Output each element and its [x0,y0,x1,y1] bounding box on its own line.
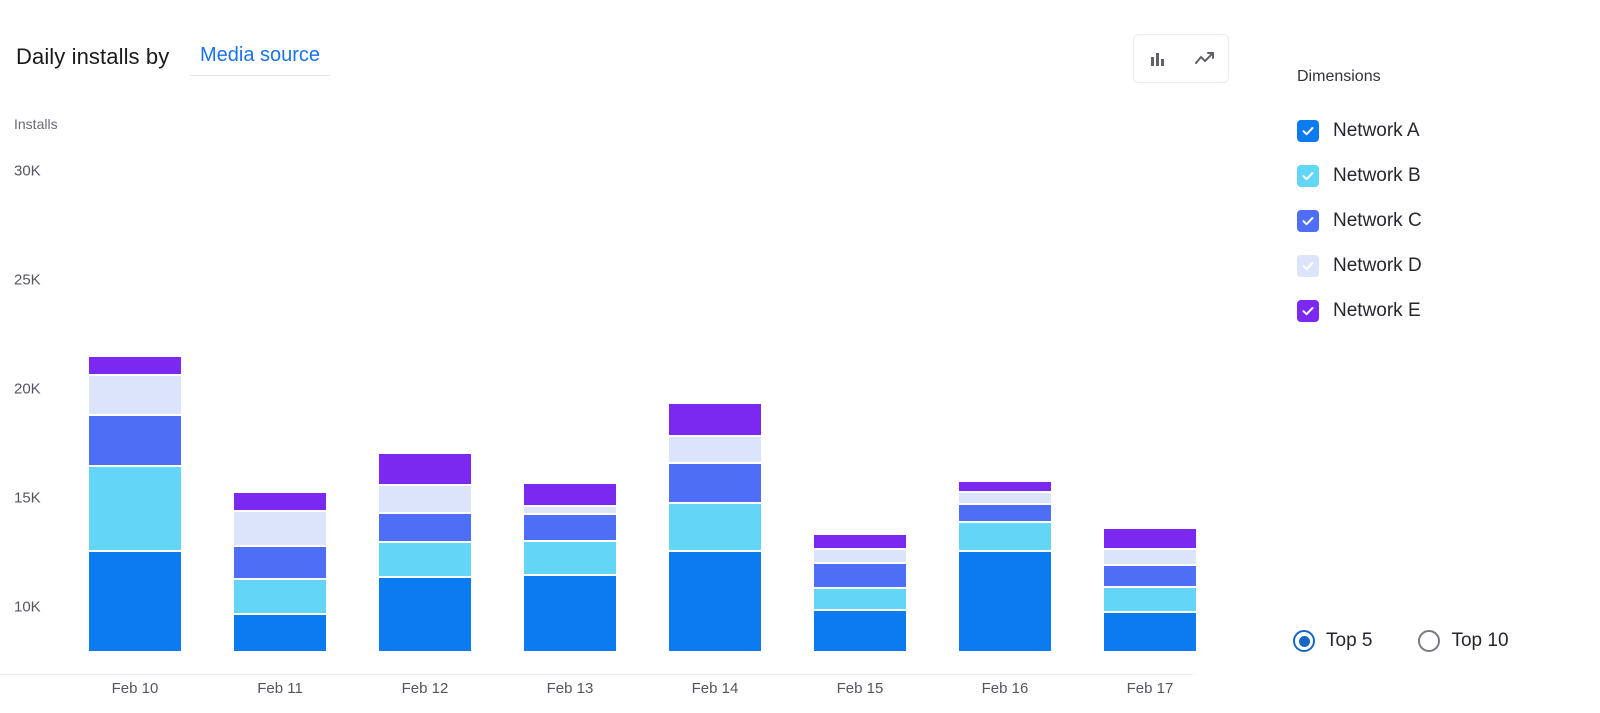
chart-header: Daily installs by Media source [0,0,1265,96]
bar-segment[interactable] [234,546,326,579]
bar-segment[interactable] [234,580,326,613]
page-title: Daily installs by [16,44,170,69]
bar-segment[interactable] [234,512,326,545]
bar-segment[interactable] [524,542,616,574]
bar-segment[interactable] [959,551,1051,651]
legend-item-label: Network D [1333,255,1422,276]
dimensions-heading: Dimensions [1297,68,1381,85]
bar-segment[interactable] [814,535,906,549]
radio-selected-icon[interactable] [1293,630,1315,652]
legend-item-network-e[interactable]: Network E [1297,298,1421,324]
y-axis-title: Installs [14,116,58,132]
checkbox-checked-icon[interactable] [1297,165,1319,187]
bar-segment[interactable] [959,505,1051,521]
stacked-bar[interactable] [669,404,761,651]
dimension-selector[interactable]: Media source [190,38,331,76]
bar-segment[interactable] [959,481,1051,492]
radio-top-10[interactable]: Top 10 [1418,630,1509,652]
x-axis-tick-label: Feb 15 [836,680,884,697]
checkbox-checked-icon[interactable] [1297,255,1319,277]
bar-segment[interactable] [379,577,471,651]
bar-segment[interactable] [669,551,761,651]
bar-segment[interactable] [959,522,1051,550]
bar-segment[interactable] [669,436,761,462]
stacked-bar[interactable] [814,535,906,651]
bar-segment[interactable] [524,506,616,514]
legend-item-label: Network E [1333,300,1421,321]
stacked-bar[interactable] [379,454,471,651]
stacked-bar[interactable] [234,492,326,651]
bar-segment[interactable] [89,415,181,465]
y-axis-tick-label: 25K [14,271,41,289]
x-axis-tick-label: Feb 12 [401,680,449,697]
bar-segment[interactable] [669,463,761,502]
x-axis-tick-label: Feb 14 [691,680,739,697]
bar-segment[interactable] [959,493,1051,504]
bar-segment[interactable] [379,513,471,542]
radio-top-5[interactable]: Top 5 [1293,630,1372,652]
stacked-bar[interactable] [1104,528,1196,651]
legend-item-label: Network A [1333,120,1420,141]
x-axis-line [0,674,1194,675]
bar-segment[interactable] [669,503,761,550]
x-axis-tick-label: Feb 10 [111,680,159,697]
stacked-bar[interactable] [89,357,181,651]
dimensions-panel: Dimensions Network A Network B Network C Ne… [1265,0,1600,713]
bar-segment[interactable] [89,357,181,374]
bar-segment[interactable] [379,543,471,576]
bar-segment[interactable] [1104,566,1196,586]
chart-plot-area: Installs 30K 25K 20K 15K 10K Feb 10 Feb 11 Feb… [0,96,1265,713]
legend-item-network-c[interactable]: Network C [1297,208,1422,234]
radio-dot [1298,635,1310,647]
bar-chart-icon[interactable] [1136,37,1180,81]
radio-label: Top 10 [1451,630,1509,651]
bar-segment[interactable] [814,610,906,651]
legend-item-label: Network B [1333,165,1421,186]
line-chart-icon[interactable] [1183,37,1227,81]
bar-segment[interactable] [234,614,326,651]
bar-segment[interactable] [814,564,906,587]
bar-segment[interactable] [669,404,761,435]
y-axis-tick-label: 10K [14,598,41,616]
legend-item-network-a[interactable]: Network A [1297,118,1420,144]
bar-segment[interactable] [814,550,906,563]
bar-segment[interactable] [524,575,616,651]
stacked-bar[interactable] [524,483,616,651]
y-axis-tick-label: 20K [14,380,41,398]
x-axis-tick-label: Feb 13 [546,680,594,697]
bar-segment[interactable] [89,375,181,414]
chart-widget: Daily installs by Media source Installs … [0,0,1600,713]
bar-segment[interactable] [234,492,326,510]
y-axis-tick-label: 15K [14,489,41,507]
legend-item-label: Network C [1333,210,1422,231]
x-axis-tick-label: Feb 11 [257,680,303,697]
bar-segment[interactable] [379,485,471,512]
bar-segment[interactable] [1104,587,1196,611]
bar-segment[interactable] [524,483,616,505]
top-n-radio-group[interactable]: Top 5 Top 10 [1293,630,1509,652]
bar-segment[interactable] [89,466,181,550]
radio-dot [1424,636,1435,647]
checkbox-checked-icon[interactable] [1297,300,1319,322]
radio-label: Top 5 [1326,630,1373,651]
bar-segment[interactable] [89,551,181,651]
bars-area [64,96,1196,651]
bar-segment[interactable] [1104,528,1196,549]
bar-segment[interactable] [524,515,616,541]
legend-item-network-b[interactable]: Network B [1297,163,1421,189]
stacked-bar[interactable] [959,481,1051,651]
x-axis-tick-label: Feb 17 [1126,680,1174,697]
checkbox-checked-icon[interactable] [1297,120,1319,142]
bar-segment[interactable] [1104,550,1196,565]
radio-unselected-icon[interactable] [1418,630,1441,652]
legend-item-network-d[interactable]: Network D [1297,253,1422,279]
bar-segment[interactable] [379,454,471,484]
chart-type-toggle[interactable] [1133,34,1229,83]
x-axis-tick-label: Feb 16 [981,680,1029,697]
bar-segment[interactable] [1104,612,1196,651]
bar-segment[interactable] [814,589,906,609]
y-axis-tick-label: 30K [14,162,41,180]
checkbox-checked-icon[interactable] [1297,210,1319,232]
